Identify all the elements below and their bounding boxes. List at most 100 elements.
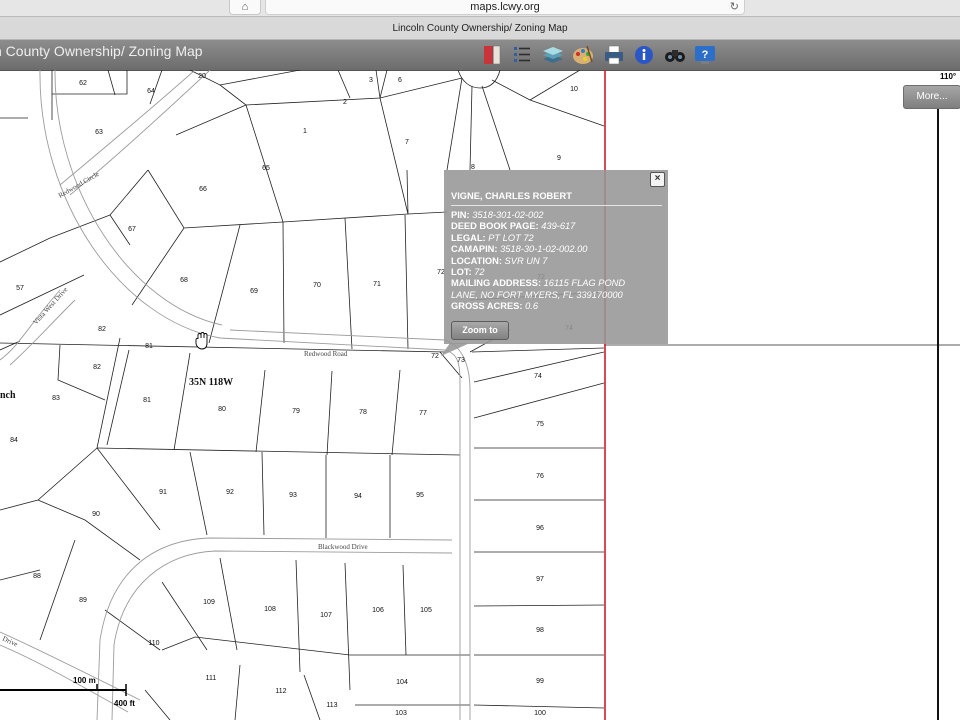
lot-label: 100	[534, 710, 546, 717]
lot-label: 72	[431, 353, 439, 360]
print-icon[interactable]	[601, 42, 627, 68]
url-field[interactable]: maps.lcwy.org ↻	[265, 0, 745, 15]
field-value: SVR UN 7	[504, 255, 548, 266]
field-label: LEGAL:	[451, 232, 486, 243]
lot-label: 95	[416, 492, 424, 499]
reload-icon[interactable]: ↻	[730, 0, 739, 14]
legend-list-icon[interactable]	[509, 42, 535, 68]
lot-label: 109	[203, 599, 215, 606]
lot-label: 66	[199, 186, 207, 193]
lot-label: 106	[372, 607, 384, 614]
lot-label: 81	[143, 397, 151, 404]
popup-field-acres: GROSS ACRES: 0.6	[451, 301, 662, 312]
lot-label: 92	[226, 489, 234, 496]
popup-field-location: LOCATION: SVR UN 7	[451, 256, 662, 267]
street-label-vista-west: Vista West Drive	[32, 286, 70, 327]
app-title: n County Ownership/ Zoning Map	[0, 43, 203, 59]
lot-label: 111	[206, 675, 217, 682]
parcel-info-popup: × VIGNE, CHARLES ROBERT PIN: 3518-301-02…	[444, 170, 668, 344]
popup-field-mailing: MAILING ADDRESS: 16115 FLAG POND	[451, 278, 662, 289]
lot-label: 68	[180, 277, 188, 284]
lot-label: 6	[398, 77, 402, 84]
field-label: GROSS ACRES:	[451, 301, 523, 312]
lot-label: 91	[159, 489, 167, 496]
parcel-lines	[0, 70, 960, 720]
field-value: 3518-301-02-002	[472, 210, 544, 220]
popup-field-camapin: CAMAPIN: 3518-30-1-02-002.00	[451, 244, 662, 255]
lot-label: 84	[10, 437, 18, 444]
lot-label: 97	[536, 576, 544, 583]
lot-label: 89	[79, 597, 87, 604]
lot-label: 93	[289, 492, 297, 499]
cul-de-sac	[457, 70, 501, 89]
layers-icon[interactable]	[540, 42, 566, 68]
lot-label: 104	[396, 679, 408, 686]
scale-metric-label: 100 m	[73, 676, 96, 685]
scale-imperial-label: 400 ft	[114, 699, 135, 708]
popup-field-lot: LOT: 72	[451, 267, 662, 278]
lot-label: 112	[275, 688, 286, 695]
street-label-redwood-road: Redwood Road	[304, 350, 348, 358]
url-text: maps.lcwy.org	[470, 1, 540, 13]
lot-label: 82	[98, 326, 106, 333]
home-icon: ⌂	[241, 1, 249, 13]
parcel-map[interactable]: Redwood Circle Vista West Drive Redwood …	[0, 70, 960, 720]
lot-label: 67	[128, 226, 136, 233]
field-label: LOT:	[451, 267, 472, 278]
field-label: DEED BOOK PAGE:	[451, 221, 539, 232]
lot-label: 57	[16, 285, 24, 292]
field-value: PT LOT 72	[488, 232, 534, 243]
lot-label: 7	[405, 139, 409, 146]
lot-label: 70	[313, 282, 321, 289]
field-value: 0.6	[525, 301, 538, 312]
popup-field-mailing-cont: LANE, NO FORT MYERS, FL 339170000	[451, 290, 662, 301]
tab-title: Lincoln County Ownership/ Zoning Map	[392, 23, 568, 34]
info-icon[interactable]	[631, 42, 657, 68]
palette-icon[interactable]	[570, 42, 596, 68]
township-label: 35N 118W	[189, 377, 233, 388]
help-icon[interactable]: ?	[692, 42, 718, 68]
popup-field-deed: DEED BOOK PAGE: 439-617	[451, 221, 662, 232]
lot-label: 65	[262, 165, 270, 172]
close-icon[interactable]: ×	[650, 172, 665, 187]
coordinate-label: 110°	[940, 72, 957, 81]
lot-label: 1	[303, 128, 307, 135]
home-button[interactable]: ⌂	[229, 0, 261, 15]
field-value: 16115 FLAG POND	[543, 278, 626, 289]
lot-label: 73	[457, 357, 465, 364]
lot-label: 63	[95, 129, 103, 136]
lot-label: 98	[536, 627, 544, 634]
lot-label: 94	[354, 493, 362, 500]
lot-label: 103	[395, 710, 407, 717]
lot-label: 78	[359, 409, 367, 416]
street-label-redwood-circle: Redwood Circle	[57, 170, 101, 200]
lot-label: 81	[145, 343, 153, 350]
road-lines	[0, 70, 471, 720]
lot-label: 20	[198, 73, 206, 80]
street-label-blackwood: Blackwood Drive	[318, 543, 368, 551]
field-value: 439-617	[541, 221, 576, 232]
browser-tab[interactable]: Lincoln County Ownership/ Zoning Map	[0, 16, 960, 40]
lot-label: 77	[419, 410, 427, 417]
lot-label: 88	[33, 573, 41, 580]
book-icon[interactable]	[479, 42, 505, 68]
lot-label: 62	[79, 80, 87, 87]
owner-name: VIGNE, CHARLES ROBERT	[451, 190, 662, 206]
lot-label: 108	[264, 606, 276, 613]
edge-label: nch	[0, 390, 16, 401]
lot-label: 2	[343, 99, 347, 106]
lot-label: 80	[218, 406, 226, 413]
more-button[interactable]: More...	[903, 85, 960, 109]
lot-label: 69	[250, 288, 258, 295]
lot-label: 76	[536, 473, 544, 480]
zoom-to-button[interactable]: Zoom to	[451, 321, 509, 340]
lot-label: 105	[420, 607, 432, 614]
lot-label: 3	[369, 77, 373, 84]
field-label: LOCATION:	[451, 255, 502, 266]
field-value: LANE, NO FORT MYERS, FL 339170000	[451, 289, 623, 300]
popup-field-pin: PIN: 3518-301-02-002	[451, 210, 662, 221]
map-canvas[interactable]: Redwood Circle Vista West Drive Redwood …	[0, 70, 960, 720]
binoculars-icon[interactable]	[662, 42, 688, 68]
field-label: CAMAPIN:	[451, 244, 498, 255]
lot-label: 82	[93, 364, 101, 371]
